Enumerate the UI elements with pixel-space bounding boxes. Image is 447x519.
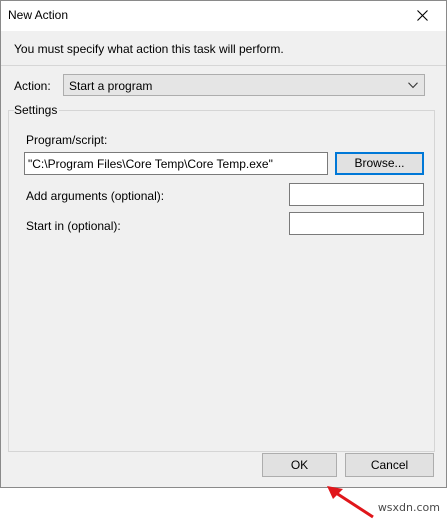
ok-button[interactable]: OK (262, 453, 337, 477)
start-in-input[interactable] (289, 212, 424, 235)
ok-button-label: OK (290, 458, 309, 472)
program-script-value: "C:\Program Files\Core Temp\Core Temp.ex… (28, 157, 273, 171)
title-bar[interactable]: New Action (1, 1, 446, 31)
new-action-dialog: New Action You must specify what action … (0, 0, 447, 519)
close-button[interactable] (400, 1, 446, 31)
action-label: Action: (14, 79, 51, 93)
action-dropdown-value: Start a program (69, 79, 153, 93)
watermark: wsxdn.com (377, 501, 440, 514)
window-title: New Action (8, 8, 69, 22)
add-arguments-label: Add arguments (optional): (26, 189, 165, 203)
browse-button-label: Browse... (354, 156, 405, 170)
settings-group-label: Settings (14, 103, 60, 117)
annotation-arrow-icon (327, 486, 374, 519)
dialog-body: You must specify what action this task w… (1, 31, 446, 519)
instruction-text: You must specify what action this task w… (14, 42, 284, 56)
cancel-button-label: Cancel (370, 458, 409, 472)
divider (1, 65, 446, 66)
cancel-button[interactable]: Cancel (345, 453, 434, 477)
add-arguments-input[interactable] (289, 183, 424, 206)
browse-button[interactable]: Browse... (335, 152, 424, 175)
action-dropdown[interactable]: Start a program (63, 74, 425, 96)
program-script-label: Program/script: (26, 133, 108, 147)
start-in-label: Start in (optional): (26, 219, 121, 233)
chevron-down-icon (408, 82, 418, 89)
program-script-input[interactable]: "C:\Program Files\Core Temp\Core Temp.ex… (24, 152, 328, 175)
close-icon (417, 10, 428, 21)
